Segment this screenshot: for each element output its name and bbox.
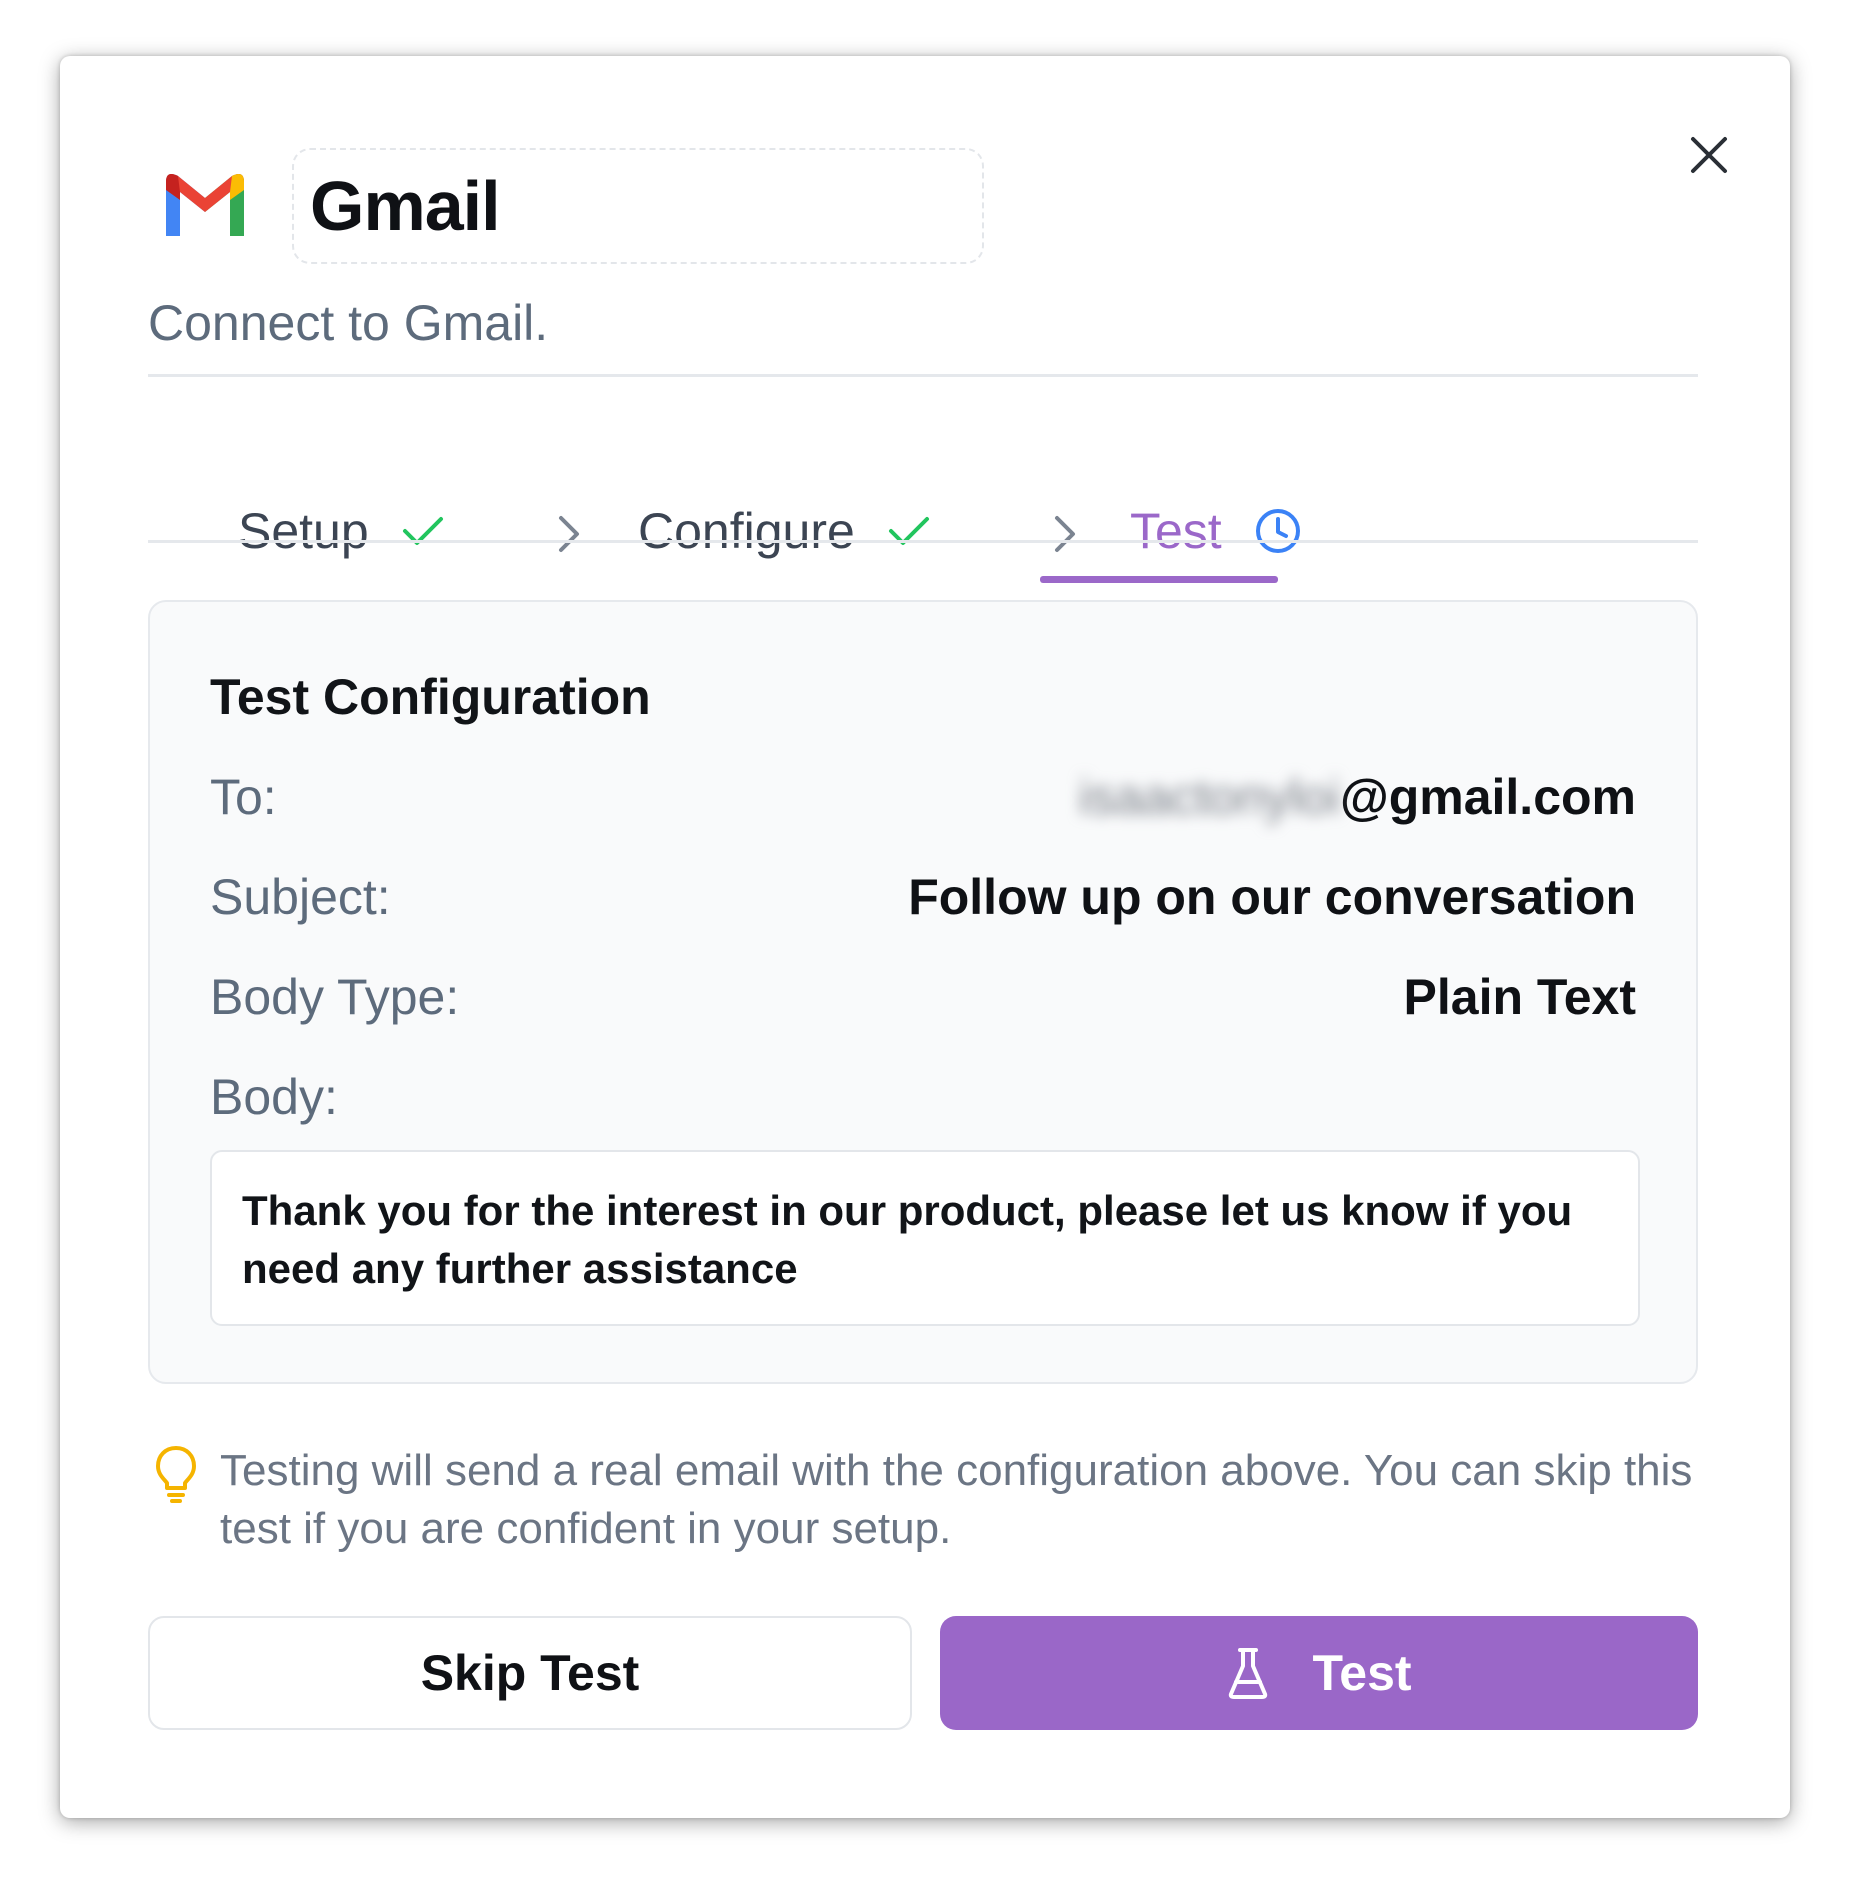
active-tab-indicator bbox=[1040, 576, 1278, 583]
body-preview: Thank you for the interest in our produc… bbox=[210, 1150, 1640, 1326]
test-configuration-card: Test Configuration To: isaactonyloi@gmai… bbox=[148, 600, 1698, 1384]
clock-icon bbox=[1255, 509, 1300, 553]
skip-test-button[interactable]: Skip Test bbox=[148, 1616, 912, 1730]
lightbulb-icon bbox=[156, 1446, 196, 1503]
tabs-divider bbox=[148, 540, 1698, 543]
to-label: To: bbox=[210, 769, 277, 825]
body-label: Body: bbox=[210, 1069, 338, 1125]
close-button[interactable] bbox=[1674, 120, 1744, 190]
subject-value: Follow up on our conversation bbox=[908, 869, 1636, 925]
gmail-logo-icon bbox=[166, 174, 244, 236]
email-domain: @gmail.com bbox=[1339, 769, 1636, 825]
test-button-label: Test bbox=[1312, 1645, 1412, 1701]
to-value: isaactonyloi@gmail.com bbox=[1079, 768, 1636, 826]
body-type-label: Body Type: bbox=[210, 969, 460, 1025]
tab-configure[interactable]: Configure bbox=[638, 476, 931, 586]
redacted-email-user: isaactonyloi bbox=[1078, 769, 1340, 825]
header-divider bbox=[148, 374, 1698, 377]
chevron-right-icon bbox=[559, 516, 579, 552]
test-warning-text: Testing will send a real email with the … bbox=[220, 1446, 1693, 1553]
connection-name-input[interactable]: Gmail bbox=[292, 148, 984, 264]
chevron-right-icon bbox=[1055, 516, 1075, 552]
check-icon bbox=[888, 517, 929, 545]
card-title: Test Configuration bbox=[210, 669, 651, 725]
close-icon bbox=[1691, 137, 1727, 173]
tab-setup[interactable]: Setup bbox=[238, 476, 445, 586]
skip-test-label: Skip Test bbox=[420, 1645, 640, 1701]
dialog-subtitle: Connect to Gmail. bbox=[148, 295, 549, 351]
tab-test[interactable]: Test bbox=[1130, 476, 1302, 586]
body-type-value: Plain Text bbox=[1403, 969, 1636, 1025]
subject-label: Subject: bbox=[210, 869, 391, 925]
connection-title: Gmail bbox=[310, 167, 501, 245]
gmail-connect-dialog: Gmail Connect to Gmail. Setup Configure … bbox=[60, 56, 1790, 1818]
test-button[interactable]: Test bbox=[940, 1616, 1698, 1730]
check-icon bbox=[402, 517, 443, 545]
flask-icon bbox=[1229, 1648, 1268, 1699]
